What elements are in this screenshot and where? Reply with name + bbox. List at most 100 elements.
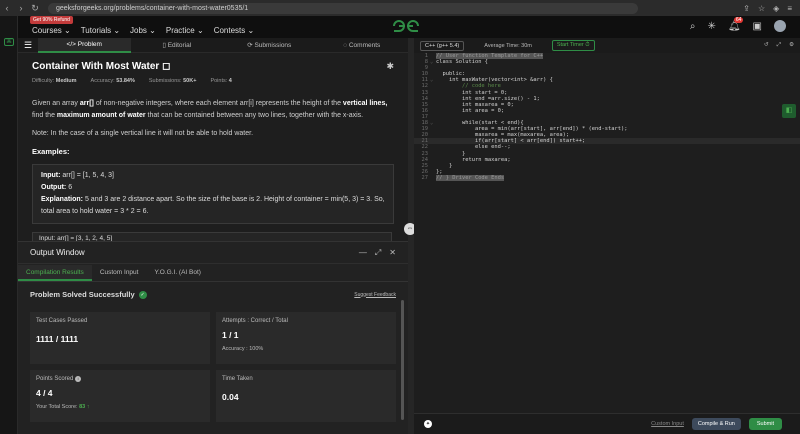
info-icon[interactable]: i — [75, 376, 82, 382]
tab-comments-label: Comments — [348, 41, 381, 49]
menu-practice[interactable]: Practice ⌄ — [166, 26, 204, 35]
example-input: Input: arr[] = [1, 5, 4, 3] — [41, 170, 385, 182]
example-box: Input: arr[] = [1, 5, 4, 3] Output: 6 Ex… — [32, 164, 394, 224]
extension-icon[interactable]: ◈ — [773, 4, 779, 13]
share-icon[interactable]: ⇪ — [743, 4, 750, 13]
time-value: 0.04 — [222, 392, 239, 402]
reload-icon[interactable]: ↻ — [28, 3, 42, 14]
tab-problem[interactable]: </> Problem — [38, 37, 131, 53]
bookmark-star-icon[interactable]: ☆ — [758, 4, 765, 13]
menu-courses[interactable]: Courses ⌄ — [32, 26, 71, 35]
input-value: arr[] = [1, 5, 4, 3] — [60, 172, 114, 179]
bug-report-icon[interactable]: ✱ — [386, 61, 394, 72]
gfg-logo[interactable] — [392, 19, 420, 36]
accuracy: Accuracy: 53.84% — [91, 78, 135, 84]
points-scored-value: 4 / 4 — [36, 388, 53, 398]
search-icon[interactable]: ⌕ — [690, 21, 696, 32]
example-output: Output: 6 — [41, 182, 385, 194]
tab-editorial-label: Editorial — [167, 42, 192, 49]
desc-part: Given an array — [32, 100, 80, 107]
problem-tabs: ☰ </> Problem ▯ Editorial ⟳ Submissions … — [18, 37, 409, 53]
points-label: Points: — [210, 78, 228, 84]
site-header: Get 90% Refund Courses ⌄ Tutorials ⌄ Job… — [18, 16, 800, 38]
custom-input-link[interactable]: Custom Input — [651, 421, 684, 427]
output-scrollbar[interactable] — [401, 300, 404, 420]
result-status: Problem Solved Successfully ✓ Suggest Fe… — [18, 282, 408, 307]
menu-contests[interactable]: Contests ⌄ — [214, 26, 255, 35]
problem-panel: Container With Most Water ◻ ✱ Difficulty… — [18, 53, 408, 243]
gfg-logo-icon — [393, 20, 419, 32]
settings-icon[interactable]: ⚙ — [789, 42, 794, 49]
chat-icon[interactable]: ▣ — [753, 21, 762, 32]
hamburger-icon[interactable]: ☰ — [18, 40, 38, 51]
code-text: int area = 0; — [436, 107, 505, 114]
output-label: Output: — [41, 184, 67, 191]
forward-icon[interactable]: › — [14, 3, 28, 13]
input-label: Input: — [41, 172, 61, 179]
problem-description: Given an array arr[] of non-negative int… — [32, 98, 394, 122]
check-icon: ✓ — [138, 290, 147, 299]
code-line[interactable]: 27 // } Driver Code Ends — [414, 174, 800, 181]
time-label: Time Taken — [222, 376, 253, 382]
tab-yogi-ai-bot[interactable]: Y.O.G.I. (AI Bot) — [146, 265, 208, 281]
notification-bell-icon[interactable]: 🔔︎ 64 — [728, 16, 744, 32]
hint-bulb-icon[interactable]: ✦ — [424, 420, 432, 428]
accuracy-value: 53.84% — [116, 78, 135, 84]
menu-icon[interactable]: ≡ — [787, 4, 792, 13]
header-icons: ⌕ ✳ 🔔︎ 64 ▣ — [690, 16, 786, 32]
output-tabs: Compilation Results Custom Input Y.O.G.I… — [18, 264, 408, 282]
refund-badge[interactable]: Get 90% Refund — [30, 16, 73, 24]
tests-value: 1111 / 1111 — [36, 334, 79, 344]
compile-run-button[interactable]: Compile & Run — [691, 418, 741, 430]
tab-compilation-results[interactable]: Compilation Results — [18, 265, 92, 281]
minimize-icon[interactable]: — — [359, 248, 367, 258]
url-bar[interactable]: geeksforgeeks.org/problems/container-wit… — [48, 2, 638, 14]
code-icon[interactable]: ⌘ — [4, 38, 14, 46]
submissions: Submissions: 50K+ — [149, 78, 197, 84]
desc-bold: arr[] — [79, 100, 94, 107]
time-card: Time Taken 0.04 — [216, 370, 396, 422]
expand-icon[interactable]: ⤢ — [375, 248, 381, 258]
tab-submissions-label: Submissions — [254, 42, 292, 49]
output-controls: — ⤢ ✕ — [359, 248, 408, 258]
menu-tutorials[interactable]: Tutorials ⌄ — [81, 26, 120, 35]
problem-title: Container With Most Water ◻ — [32, 61, 394, 72]
output-window: Output Window — ⤢ ✕ Compilation Results … — [18, 241, 408, 434]
menu-jobs[interactable]: Jobs ⌄ — [130, 26, 156, 35]
suggest-feedback-link[interactable]: Suggest Feedback — [354, 292, 396, 298]
tab-submissions[interactable]: ⟳ Submissions — [223, 41, 316, 49]
theme-toggle-icon[interactable]: ✳ — [707, 21, 715, 32]
difficulty-label: Difficulty: — [32, 78, 55, 84]
example-explanation: Explanation: 5 and 3 are 2 distance apar… — [41, 194, 385, 218]
points-value: 4 — [228, 78, 232, 84]
tab-editorial[interactable]: ▯ Editorial — [131, 41, 224, 49]
total-score-label: Your Total Score: — [36, 404, 78, 410]
main-menu: Courses ⌄ Tutorials ⌄ Jobs ⌄ Practice ⌄ … — [32, 26, 254, 35]
tab-custom-input[interactable]: Custom Input — [92, 265, 147, 281]
explanation-label: Explanation: — [41, 196, 84, 203]
url-text: geeksforgeeks.org/problems/container-wit… — [56, 4, 249, 12]
fullscreen-icon[interactable]: ⤢ — [777, 42, 781, 49]
status-text: Problem Solved Successfully — [30, 290, 135, 299]
tests-card: Test Cases Passed 1111 / 1111 — [30, 312, 210, 364]
back-icon[interactable]: ‹ — [0, 3, 14, 13]
tab-comments[interactable]: ◌ Comments — [316, 42, 409, 49]
code-editor[interactable]: 1// User function Template for C++ 8 ⌄ clas… — [414, 53, 800, 413]
start-timer-button[interactable]: Start Timer ⏱ — [551, 40, 595, 51]
code-text: // } Driver Code Ends — [436, 174, 505, 181]
output-title: Output Window — [30, 248, 85, 257]
reset-icon[interactable]: ↺ — [764, 42, 769, 49]
difficulty: Difficulty: Medium — [32, 78, 77, 84]
submit-button[interactable]: Submit — [748, 418, 782, 430]
notification-count: 64 — [733, 16, 744, 23]
problem-note: Note: In the case of a single vertical l… — [32, 130, 254, 137]
points-card: Points Scored i 4 / 4 Your Total Score: … — [30, 370, 210, 422]
close-icon[interactable]: ✕ — [389, 248, 396, 258]
avatar[interactable] — [774, 20, 786, 32]
feedback-chat-icon[interactable]: ◧ — [782, 104, 796, 118]
bookmark-icon[interactable]: ◻ — [162, 61, 170, 72]
problem-meta: Difficulty: Medium Accuracy: 53.84% Subm… — [32, 78, 394, 84]
language-select[interactable]: C++ (g++ 5.4) — [420, 40, 465, 51]
editor-footer: ✦ Custom Input Compile & Run Submit — [414, 413, 800, 434]
desc-bold: maximum amount of water — [56, 112, 146, 119]
